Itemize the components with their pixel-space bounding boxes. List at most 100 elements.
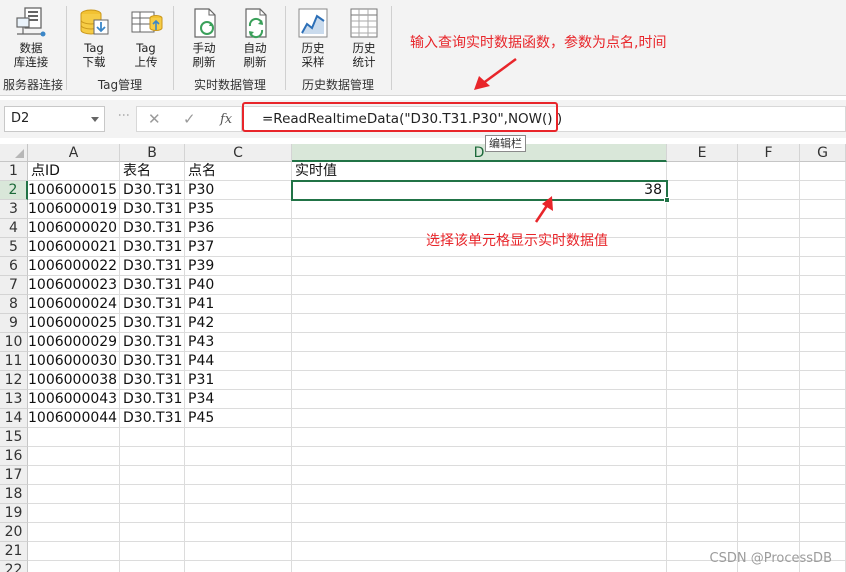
row-header-15[interactable]: 15 <box>0 428 28 447</box>
cell-b11[interactable]: D30.T31 <box>120 352 184 371</box>
group-server-label: 服务器连接 <box>2 78 63 92</box>
watermark: CSDN @ProcessDB <box>709 551 832 566</box>
cell-c3[interactable]: P35 <box>185 200 291 219</box>
column-gridline <box>737 162 738 572</box>
resize-handle-icon[interactable]: ⋮ <box>117 109 131 120</box>
check-icon[interactable]: ✓ <box>183 110 196 128</box>
row-header-11[interactable]: 11 <box>0 352 28 371</box>
tag-upload-button[interactable]: Tag 上传 <box>124 4 168 70</box>
column-header-f[interactable]: F <box>738 144 800 162</box>
row-header-17[interactable]: 17 <box>0 466 28 485</box>
column-header-g[interactable]: G <box>800 144 846 162</box>
cell-a5[interactable]: 1006000021 <box>28 238 119 257</box>
column-header-e[interactable]: E <box>667 144 738 162</box>
cell-a11[interactable]: 1006000030 <box>28 352 119 371</box>
cell-a8[interactable]: 1006000024 <box>28 295 119 314</box>
row-header-22[interactable]: 22 <box>0 561 28 572</box>
cell-b3[interactable]: D30.T31 <box>120 200 184 219</box>
header-cell-c[interactable]: 点名 <box>185 162 291 181</box>
row-header-19[interactable]: 19 <box>0 504 28 523</box>
cell-c10[interactable]: P43 <box>185 333 291 352</box>
cell-a7[interactable]: 1006000023 <box>28 276 119 295</box>
group-tag-label: Tag管理 <box>97 78 143 92</box>
row-header-2[interactable]: 2 <box>0 181 28 200</box>
cell-a4[interactable]: 1006000020 <box>28 219 119 238</box>
name-box[interactable]: D2 <box>4 106 105 132</box>
cell-c4[interactable]: P36 <box>185 219 291 238</box>
cell-b12[interactable]: D30.T31 <box>120 371 184 390</box>
cell-c12[interactable]: P31 <box>185 371 291 390</box>
db-connect-button[interactable]: 数据 库连接 <box>9 4 53 70</box>
column-header-a[interactable]: A <box>28 144 120 162</box>
row-header-20[interactable]: 20 <box>0 523 28 542</box>
cell-a13[interactable]: 1006000043 <box>28 390 119 409</box>
cell-b4[interactable]: D30.T31 <box>120 219 184 238</box>
row-gridline <box>28 522 846 523</box>
cell-b9[interactable]: D30.T31 <box>120 314 184 333</box>
row-header-10[interactable]: 10 <box>0 333 28 352</box>
select-all-corner[interactable] <box>0 144 28 162</box>
row-gridline <box>28 465 846 466</box>
row-header-18[interactable]: 18 <box>0 485 28 504</box>
row-header-4[interactable]: 4 <box>0 219 28 238</box>
row-header-14[interactable]: 14 <box>0 409 28 428</box>
fx-icon[interactable]: fx <box>220 112 232 127</box>
cell-a14[interactable]: 1006000044 <box>28 409 119 428</box>
row-header-3[interactable]: 3 <box>0 200 28 219</box>
cell-a12[interactable]: 1006000038 <box>28 371 119 390</box>
row-header-12[interactable]: 12 <box>0 371 28 390</box>
cell-b7[interactable]: D30.T31 <box>120 276 184 295</box>
header-cell-b[interactable]: 表名 <box>120 162 184 181</box>
cell-c6[interactable]: P39 <box>185 257 291 276</box>
cell-a2[interactable]: 1006000015 <box>28 181 119 200</box>
annotation-arrow-icon <box>474 57 517 90</box>
row-header-6[interactable]: 6 <box>0 257 28 276</box>
cancel-icon[interactable]: ✕ <box>148 110 161 128</box>
row-header-1[interactable]: 1 <box>0 162 28 181</box>
cell-c7[interactable]: P40 <box>185 276 291 295</box>
cell-c2[interactable]: P30 <box>185 181 291 200</box>
cell-a10[interactable]: 1006000029 <box>28 333 119 352</box>
manual-refresh-button[interactable]: 手动 刷新 <box>182 4 226 70</box>
row-header-9[interactable]: 9 <box>0 314 28 333</box>
row-header-16[interactable]: 16 <box>0 447 28 466</box>
fill-handle[interactable] <box>664 197 670 203</box>
column-header-b[interactable]: B <box>120 144 185 162</box>
auto-refresh-button[interactable]: 自动 刷新 <box>233 4 277 70</box>
cell-c13[interactable]: P34 <box>185 390 291 409</box>
column-header-d[interactable]: D <box>292 144 667 162</box>
cell-b5[interactable]: D30.T31 <box>120 238 184 257</box>
header-cell-a[interactable]: 点ID <box>28 162 119 181</box>
cell-a6[interactable]: 1006000022 <box>28 257 119 276</box>
cell-c8[interactable]: P41 <box>185 295 291 314</box>
history-stats-button[interactable]: 历史 统计 <box>342 4 386 70</box>
row-header-21[interactable]: 21 <box>0 542 28 561</box>
cell-b8[interactable]: D30.T31 <box>120 295 184 314</box>
manual-refresh-label: 手动 刷新 <box>192 41 216 69</box>
cell-c14[interactable]: P45 <box>185 409 291 428</box>
cell-a3[interactable]: 1006000019 <box>28 200 119 219</box>
cell-c5[interactable]: P37 <box>185 238 291 257</box>
cell-b10[interactable]: D30.T31 <box>120 333 184 352</box>
header-cell-d[interactable]: 实时值 <box>292 162 666 181</box>
cell-c9[interactable]: P42 <box>185 314 291 333</box>
cell-c11[interactable]: P44 <box>185 352 291 371</box>
cell-a9[interactable]: 1006000025 <box>28 314 119 333</box>
chevron-down-icon[interactable] <box>91 117 99 122</box>
row-header-13[interactable]: 13 <box>0 390 28 409</box>
history-sample-label: 历史 采样 <box>301 41 325 69</box>
row-header-7[interactable]: 7 <box>0 276 28 295</box>
spreadsheet-stats-icon <box>350 8 378 38</box>
ribbon: 数据 库连接 服务器连接 Tag 下载 Tag 上传 Tag管理 手动 刷新 自… <box>0 0 846 96</box>
history-sample-button[interactable]: 历史 采样 <box>291 4 335 70</box>
cell-b13[interactable]: D30.T31 <box>120 390 184 409</box>
formula-tools: ✕ ✓ fx <box>136 106 242 132</box>
cell-b6[interactable]: D30.T31 <box>120 257 184 276</box>
cell-b14[interactable]: D30.T31 <box>120 409 184 428</box>
row-header-8[interactable]: 8 <box>0 295 28 314</box>
tag-download-button[interactable]: Tag 下载 <box>72 4 116 70</box>
column-header-c[interactable]: C <box>185 144 292 162</box>
row-header-5[interactable]: 5 <box>0 238 28 257</box>
selected-cell-d2[interactable] <box>291 180 668 201</box>
cell-b2[interactable]: D30.T31 <box>120 181 184 200</box>
